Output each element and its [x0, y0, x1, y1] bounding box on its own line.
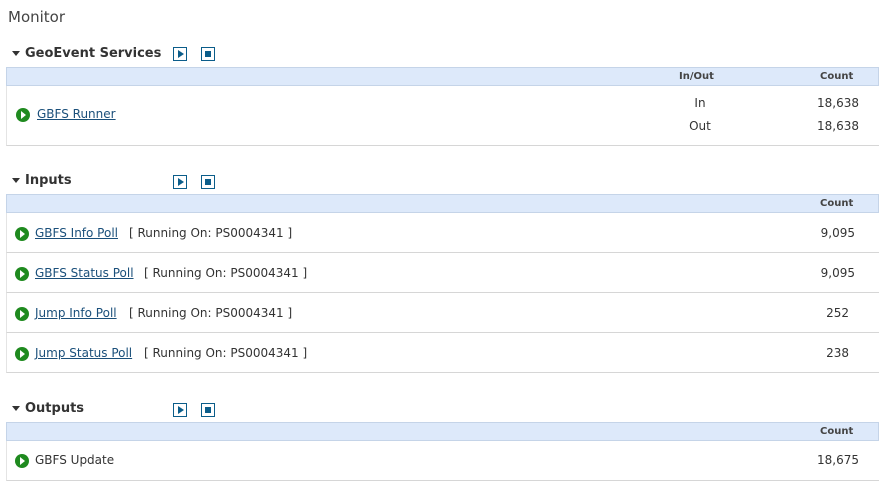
- table-row: GBFS Runner In 18,638 Out 18,638: [6, 86, 879, 146]
- caret-down-icon[interactable]: [12, 51, 20, 56]
- in-label: In: [694, 96, 706, 110]
- running-status-icon: [15, 347, 29, 361]
- play-icon: [178, 406, 184, 414]
- outputs-table-header: Count: [6, 422, 879, 441]
- output-name: GBFS Update: [35, 453, 115, 467]
- input-count: 238: [826, 346, 849, 360]
- column-header-count: Count: [820, 426, 854, 437]
- service-link-gbfs-runner[interactable]: GBFS Runner: [37, 107, 116, 121]
- running-status-icon: [15, 454, 29, 468]
- running-status-icon: [15, 307, 29, 321]
- play-icon: [178, 50, 184, 58]
- outputs-section-title: Outputs: [25, 401, 85, 416]
- stop-icon: [205, 407, 211, 413]
- outputs-start-button[interactable]: [173, 403, 187, 417]
- play-icon: [178, 178, 184, 186]
- running-status-icon: [15, 267, 29, 281]
- inputs-section-title: Inputs: [25, 173, 72, 188]
- column-header-in-out: In/Out: [679, 71, 714, 82]
- out-count: 18,638: [817, 119, 859, 133]
- inputs-start-button[interactable]: [173, 175, 187, 189]
- inputs-stop-button[interactable]: [201, 175, 215, 189]
- running-status-icon: [15, 227, 29, 241]
- services-section-title: GeoEvent Services: [25, 46, 162, 61]
- table-row: GBFS Info Poll [ Running On: PS0004341 ]…: [6, 213, 879, 253]
- input-link-gbfs-info-poll[interactable]: GBFS Info Poll: [35, 226, 118, 240]
- input-link-jump-status-poll[interactable]: Jump Status Poll: [35, 346, 132, 360]
- caret-down-icon[interactable]: [12, 178, 20, 183]
- input-link-jump-info-poll[interactable]: Jump Info Poll: [35, 306, 117, 320]
- running-on-text: [ Running On: PS0004341 ]: [129, 226, 293, 240]
- input-count: 252: [826, 306, 849, 320]
- page-title: Monitor: [8, 8, 66, 26]
- running-status-icon: [16, 108, 30, 122]
- input-link-gbfs-status-poll[interactable]: GBFS Status Poll: [35, 266, 134, 280]
- services-start-button[interactable]: [173, 47, 187, 61]
- in-count: 18,638: [817, 96, 859, 110]
- running-on-text: [ Running On: PS0004341 ]: [144, 346, 308, 360]
- output-count: 18,675: [817, 453, 859, 467]
- outputs-stop-button[interactable]: [201, 403, 215, 417]
- caret-down-icon[interactable]: [12, 406, 20, 411]
- table-row: GBFS Status Poll [ Running On: PS0004341…: [6, 253, 879, 293]
- table-row: Jump Info Poll [ Running On: PS0004341 ]…: [6, 293, 879, 333]
- running-on-text: [ Running On: PS0004341 ]: [144, 266, 308, 280]
- table-row: Jump Status Poll [ Running On: PS0004341…: [6, 333, 879, 373]
- running-on-text: [ Running On: PS0004341 ]: [129, 306, 293, 320]
- column-header-count: Count: [820, 71, 854, 82]
- services-stop-button[interactable]: [201, 47, 215, 61]
- inputs-table-header: Count: [6, 194, 879, 213]
- column-header-count: Count: [820, 198, 854, 209]
- stop-icon: [205, 51, 211, 57]
- out-label: Out: [689, 119, 711, 133]
- table-row: GBFS Update 18,675: [6, 441, 879, 481]
- input-count: 9,095: [820, 266, 855, 280]
- stop-icon: [205, 179, 211, 185]
- services-table-header: In/Out Count: [6, 67, 879, 86]
- input-count: 9,095: [820, 226, 855, 240]
